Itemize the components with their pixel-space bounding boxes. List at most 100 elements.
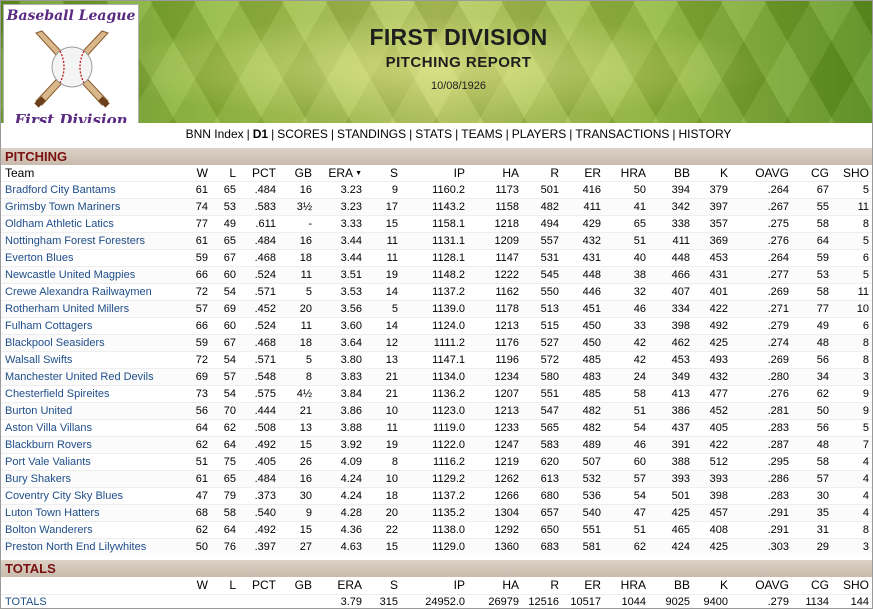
table-row: Blackpool Seasiders 59 67.468 18 3.64 12 1111.…	[1, 333, 872, 351]
team-link[interactable]: Grimsby Town Mariners	[5, 201, 120, 213]
cell-pct: .484	[239, 469, 279, 487]
nav-link-d1[interactable]: D1	[253, 127, 268, 141]
team-link[interactable]: Burton United	[5, 405, 72, 417]
team-link[interactable]: Newcastle United Magpies	[5, 269, 135, 281]
col-header-er[interactable]: ER	[562, 165, 604, 181]
table-row: Preston North End Lilywhites 50 76.397 27 4.…	[1, 537, 872, 555]
cell-er: 432	[562, 231, 604, 249]
sort-down-icon: ▼	[355, 170, 362, 178]
nav-link-transactions[interactable]: TRANSACTIONS	[575, 127, 669, 141]
cell-w: 64	[179, 418, 211, 436]
cell-k: 369	[693, 231, 731, 249]
nav-link-scores[interactable]: SCORES	[277, 127, 328, 141]
nav-link-history[interactable]: HISTORY	[679, 127, 732, 141]
col-header-w[interactable]: W	[179, 165, 211, 181]
col-header-cg[interactable]: CG	[792, 165, 832, 181]
team-link[interactable]: Chesterfield Spireites	[5, 388, 110, 400]
cell-hra: 51	[604, 401, 649, 419]
col-header-r[interactable]: R	[522, 165, 562, 181]
totals-cell-er: 10517	[562, 593, 604, 608]
team-link[interactable]: Bradford City Bantams	[5, 184, 116, 196]
cell-gb: 27	[279, 537, 315, 555]
team-link[interactable]: Aston Villa Villans	[5, 422, 92, 434]
team-link[interactable]: Walsall Swifts	[5, 354, 72, 366]
nav-link-standings[interactable]: STANDINGS	[337, 127, 406, 141]
col-header-gb[interactable]: GB	[279, 165, 315, 181]
team-link[interactable]: Crewe Alexandra Railwaymen	[5, 286, 152, 298]
cell-bb: 413	[649, 384, 693, 402]
col-header-ha[interactable]: HA	[468, 165, 522, 181]
col-header-l[interactable]: L	[211, 165, 239, 181]
cell-sho: 11	[832, 282, 872, 300]
team-link[interactable]: Everton Blues	[5, 252, 73, 264]
cell-r: 550	[522, 282, 562, 300]
cell-bb: 386	[649, 401, 693, 419]
cell-r: 620	[522, 452, 562, 470]
nav-link-bnn-index[interactable]: BNN Index	[186, 127, 244, 141]
cell-oavg: .275	[731, 214, 792, 232]
cell-ha: 1196	[468, 350, 522, 368]
cell-ip: 1134.0	[401, 367, 468, 385]
cell-k: 425	[693, 537, 731, 555]
team-link[interactable]: Manchester United Red Devils	[5, 371, 154, 383]
cell-era: 4.24	[315, 469, 365, 487]
cell-bb: 338	[649, 214, 693, 232]
cell-w: 72	[179, 282, 211, 300]
col-header-team[interactable]: Team	[1, 165, 179, 181]
cell-era: 4.28	[315, 503, 365, 521]
team-link[interactable]: Coventry City Sky Blues	[5, 490, 123, 502]
cell-sho: 9	[832, 401, 872, 419]
team-name-cell: Burton United	[1, 401, 179, 419]
col-header-pct[interactable]: PCT	[239, 165, 279, 181]
cell-w: 61	[179, 231, 211, 249]
cell-pct: .397	[239, 537, 279, 555]
col-header-oavg[interactable]: OAVG	[731, 165, 792, 181]
cell-cg: 56	[792, 418, 832, 436]
cell-s: 13	[365, 350, 401, 368]
cell-ha: 1213	[468, 316, 522, 334]
col-header-era[interactable]: ERA ▼	[315, 165, 365, 181]
team-link[interactable]: Rotherham United Millers	[5, 303, 129, 315]
col-header-sho[interactable]: SHO	[832, 165, 872, 181]
cell-ip: 1129.2	[401, 469, 468, 487]
team-link[interactable]: Blackburn Rovers	[5, 439, 92, 451]
cell-bb: 466	[649, 265, 693, 283]
totals-header-row: W L PCT GB ERA S IP HA R ER HRA BB K OAVG CG SHO	[1, 577, 872, 594]
cell-oavg: .287	[731, 435, 792, 453]
cell-ip: 1111.2	[401, 333, 468, 351]
cell-bb: 342	[649, 197, 693, 215]
cell-r: 657	[522, 503, 562, 521]
col-header-k[interactable]: K	[693, 165, 731, 181]
nav-link-stats[interactable]: STATS	[415, 127, 452, 141]
nav-link-teams[interactable]: TEAMS	[461, 127, 502, 141]
col-header-s[interactable]: S	[365, 165, 401, 181]
cell-gb: 16	[279, 469, 315, 487]
team-name-cell: Oldham Athletic Latics	[1, 214, 179, 232]
team-link[interactable]: Fulham Cottagers	[5, 320, 92, 332]
report-date: 10/08/1926	[430, 80, 487, 92]
cell-r: 494	[522, 214, 562, 232]
col-header-bb[interactable]: BB	[649, 165, 693, 181]
cell-bb: 465	[649, 520, 693, 538]
cell-l: 57	[211, 367, 239, 385]
cell-cg: 50	[792, 401, 832, 419]
team-link[interactable]: Oldham Athletic Latics	[5, 218, 114, 230]
table-row: Manchester United Red Devils 69 57.548 8 3.8…	[1, 367, 872, 385]
totals-cell-r: 12516	[522, 593, 562, 608]
cell-ha: 1162	[468, 282, 522, 300]
team-link[interactable]: Blackpool Seasiders	[5, 337, 105, 349]
col-header-ip[interactable]: IP	[401, 165, 468, 181]
team-link[interactable]: Bury Shakers	[5, 473, 71, 485]
cell-hra: 42	[604, 333, 649, 351]
nav-link-players[interactable]: PLAYERS	[512, 127, 566, 141]
col-header-hra[interactable]: HRA	[604, 165, 649, 181]
team-link[interactable]: Luton Town Hatters	[5, 507, 100, 519]
team-link[interactable]: Bolton Wanderers	[5, 524, 93, 536]
team-link[interactable]: Nottingham Forest Foresters	[5, 235, 145, 247]
cell-w: 47	[179, 486, 211, 504]
cell-sho: 8	[832, 520, 872, 538]
cell-ip: 1137.2	[401, 486, 468, 504]
cell-r: 482	[522, 197, 562, 215]
team-link[interactable]: Port Vale Valiants	[5, 456, 91, 468]
team-link[interactable]: Preston North End Lilywhites	[5, 541, 146, 553]
